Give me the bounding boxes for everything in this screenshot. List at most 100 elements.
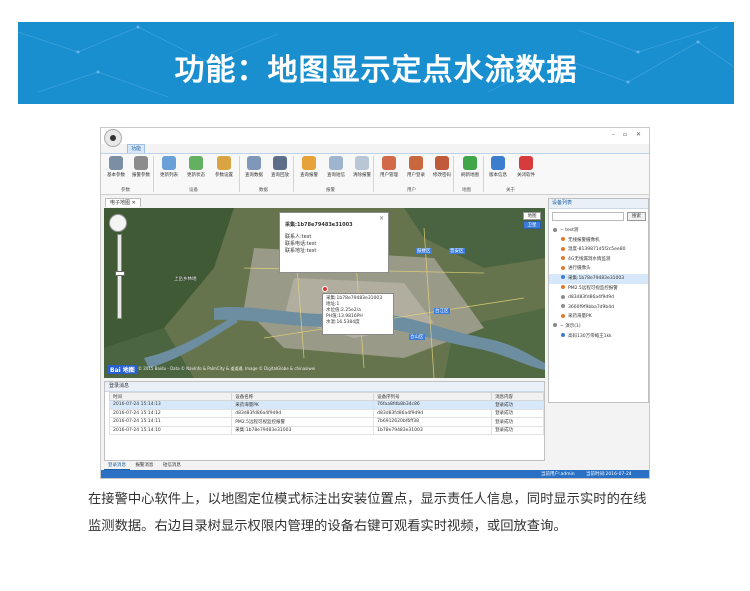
ribbon-button-icon [162, 156, 176, 170]
ribbon-button-icon [273, 156, 287, 170]
tree-item-label: d83d83fd86a4f9d9d [568, 295, 614, 301]
message-panel-title: 登录消息 [109, 383, 130, 389]
table-cell: 2016-07-24 15:14:11 [108, 417, 233, 427]
ribbon-button[interactable]: 关闭软件 [513, 156, 539, 178]
map-type-switch[interactable]: 地图 卫星 [523, 212, 541, 230]
ribbon-button[interactable]: 更新列表 [156, 156, 182, 178]
baidu-logo: Bai 地图 [108, 365, 137, 374]
map-label: 上岳乡林地 [174, 277, 197, 282]
ribbon-button[interactable]: 查询回放 [267, 156, 293, 178]
table-cell: 采药海量PK [231, 400, 375, 410]
ribbon-button-icon [134, 156, 148, 170]
ribbon-tab-function[interactable]: 功能 [127, 144, 145, 153]
tree-item[interactable]: PM2.5远程可视监控报警 [549, 284, 648, 294]
minimize-button[interactable]: – [612, 131, 615, 138]
map-label: 鼓楼区 [416, 248, 432, 254]
camera-logo-icon[interactable] [104, 129, 122, 147]
ribbon-button[interactable]: 查询短信 [323, 156, 349, 178]
map-type-map[interactable]: 地图 [523, 212, 541, 220]
table-row[interactable]: 2016-07-24 15:14:12 d83d83fd86a4f9d9d d83d… [108, 408, 544, 418]
tree-search-input[interactable] [552, 212, 624, 221]
tree-item-label: PM2.5远程可视监控报警 [568, 285, 618, 291]
tab-sms-messages[interactable]: 短信消息 [159, 462, 185, 470]
tree-item[interactable]: 温度-8139871d5f2c5ee80 [549, 245, 648, 255]
tree-item-label: − 演示(1) [560, 323, 581, 329]
ribbon-button-icon [435, 156, 449, 170]
ribbon-button-icon [519, 156, 533, 170]
tab-login-messages[interactable]: 登录消息 [104, 462, 130, 470]
group-label-data: 数据 [259, 188, 268, 193]
table-row[interactable]: 2016-07-24 15:14:13 采药海量PK 76faa8fdb8b34c8… [108, 400, 544, 410]
tree-item[interactable]: 高码130万带缩王1kk [549, 332, 648, 342]
ribbon-button-icon [109, 156, 123, 170]
group-label-about: 关于 [506, 188, 515, 193]
tree-item-label: 温度-8139871d5f2c5ee80 [568, 247, 626, 253]
satellite-map[interactable]: 地图 卫星 上岳乡林地 晋安区 仓山区 鼓楼区 台江区 × 采集:1b78e79… [104, 208, 545, 378]
map-type-satellite[interactable]: 卫星 [523, 221, 541, 229]
col-time[interactable]: 时间 [108, 392, 233, 401]
device-status-icon [553, 227, 557, 232]
ribbon-button[interactable]: 基本参数 [103, 156, 129, 178]
ribbon-button-label: 报警参数 [132, 173, 150, 178]
group-separator [293, 156, 294, 192]
group-separator [483, 156, 484, 192]
ribbon-button[interactable]: 清除报警 [349, 156, 375, 178]
zoom-control[interactable] [109, 214, 129, 324]
tooltip-line: 水温:16.5384度 [326, 320, 360, 325]
popup-title: 采集:1b78e79483e31003 [285, 222, 353, 228]
table-cell: 2016-07-24 15:14:13 [108, 400, 233, 410]
zoom-slider-handle[interactable] [114, 271, 125, 276]
table-cell: 7b6912620bf6ff38 [373, 417, 493, 427]
tree-item[interactable]: − 演示(1) [549, 322, 648, 332]
ribbon-button-icon [217, 156, 231, 170]
col-serial[interactable]: 设备序列号 [373, 392, 493, 401]
device-info-popup: × 采集:1b78e79483e31003 联系人:test 联系电话:test… [279, 212, 389, 273]
tree-item[interactable]: − test测 [549, 226, 648, 236]
ribbon-button[interactable]: 版本信息 [485, 156, 511, 178]
tree-item[interactable]: 进行摄像头 [549, 264, 648, 274]
tree-item-label: − test测 [560, 228, 579, 233]
tree-item[interactable]: 采药海量PK [549, 312, 648, 322]
table-row[interactable]: 2016-07-24 15:14:11 PM2.5远程可视监控报警 7b691262… [108, 417, 544, 427]
popup-close-icon[interactable]: × [379, 215, 384, 222]
tree-item[interactable]: 无线报警摄像机 [549, 236, 648, 246]
table-cell: 登录成功 [491, 425, 544, 435]
ribbon-button[interactable]: 更新状态 [183, 156, 209, 178]
ribbon-button[interactable]: 用户登录 [403, 156, 429, 178]
table-cell: PM2.5远程可视监控报警 [231, 417, 375, 427]
tree-item-label: 4G无线漏洞水情监测 [568, 256, 611, 262]
ribbon-button[interactable]: 查询数据 [241, 156, 267, 178]
ribbon-button[interactable]: 查询报警 [296, 156, 322, 178]
table-row[interactable]: 2016-07-24 15:14:10 采集:1b78e79483e31003 1b… [108, 425, 544, 435]
tree-item[interactable]: 采集:1b78e79483e31003 [549, 273, 648, 284]
col-device-name[interactable]: 设备名称 [231, 392, 375, 401]
device-marker-icon[interactable] [322, 286, 328, 292]
maximize-button[interactable]: ▫ [623, 131, 627, 138]
ribbon-button-label: 查询回放 [271, 173, 289, 178]
col-content[interactable]: 消息内容 [491, 392, 544, 401]
tree-item[interactable]: d83d83fd86a4f9d9d [549, 293, 648, 303]
ribbon-button-icon [463, 156, 477, 170]
table-cell: 登录成功 [491, 417, 544, 427]
title-bar: – ▫ ✕ [101, 128, 649, 147]
map-label: 台江区 [434, 308, 450, 314]
ribbon-button[interactable]: 修改密码 [429, 156, 455, 178]
pan-control-icon[interactable] [109, 214, 127, 232]
tree-item-label: 高码130万带缩王1kk [568, 333, 612, 339]
ribbon-button[interactable]: 报警参数 [128, 156, 154, 178]
ribbon-button[interactable]: 用户管理 [376, 156, 402, 178]
tab-electronic-map[interactable]: 电子地图 ✕ [105, 198, 141, 207]
tree-item[interactable]: 4G无线漏洞水情监测 [549, 255, 648, 265]
table-cell: d83d83fd86a4f9d9d [231, 408, 375, 418]
zoom-slider[interactable] [114, 234, 125, 319]
ribbon-button[interactable]: 刷新地图 [457, 156, 483, 178]
close-button[interactable]: ✕ [636, 131, 641, 138]
ribbon-button-label: 刷新地图 [461, 173, 479, 178]
tab-alarm-messages[interactable]: 报警消息 [131, 462, 157, 470]
ribbon-button[interactable]: 参数设置 [211, 156, 237, 178]
device-tree-panel: 设备列表 搜索 − test测 无线报警摄像机 温度-8139871d5f2c5ee… [548, 198, 649, 403]
tree-item[interactable]: 3660f9f9bba7d9b4d [549, 303, 648, 313]
tree-search-button[interactable]: 搜索 [627, 212, 646, 221]
popup-address: 联系地址:test [285, 248, 317, 254]
table-cell: 2016-07-24 15:14:10 [108, 425, 233, 435]
